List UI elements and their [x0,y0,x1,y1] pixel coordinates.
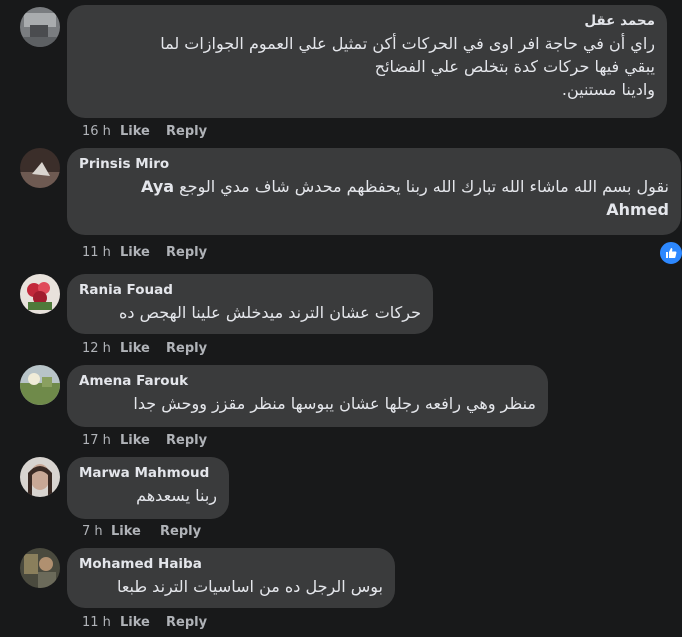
comment-timestamp[interactable]: 7 h [82,524,111,539]
comment-timestamp[interactable]: 12 h [82,341,120,356]
comment-text: حركات عشان الترند ميدخلش علينا الهجص ده [79,301,421,324]
comment-timestamp[interactable]: 11 h [82,615,120,630]
thumbs-up-icon[interactable] [658,240,682,266]
comment-text-segment: نقول بسم الله ماشاء الله تبارك الله ربنا… [179,177,669,196]
comment-text: نقول بسم الله ماشاء الله تبارك الله ربنا… [79,175,669,221]
comment-text-line: راي أن في حاجة افر اوى في الحركات أكن تم… [160,34,655,53]
mention-link[interactable]: Ahmed [606,200,669,219]
like-button[interactable]: Like [120,433,166,448]
comment-bubble: Prinsis Miro نقول بسم الله ماشاء الله تب… [67,148,681,235]
comment-timestamp[interactable]: 11 h [82,245,120,260]
like-button[interactable]: Like [120,341,166,356]
comment-author[interactable]: محمد عقل [79,12,655,30]
comment-text: ربنا يسعدهم [79,484,217,507]
like-button[interactable]: Like [120,124,166,139]
comment-text-line: وادينا مستنين. [561,80,655,99]
like-button[interactable]: Like [120,615,166,630]
avatar[interactable] [20,7,60,47]
reply-button[interactable]: Reply [166,124,207,139]
comment-text-line: نقول بسم الله ماشاء الله تبارك الله ربنا… [79,175,669,198]
avatar[interactable] [20,365,60,405]
mention-link[interactable]: Aya [141,177,174,196]
comment-timestamp[interactable]: 16 h [82,124,120,139]
comment-author[interactable]: Marwa Mahmoud [79,464,217,482]
comment-author[interactable]: Prinsis Miro [79,155,669,173]
comment-actions: 16 h Like Reply [82,122,207,140]
comment-text-line: منظر وهي رافعه رجلها عشان يبوسها منظر مق… [133,394,536,413]
reply-button[interactable]: Reply [166,341,207,356]
comment-author[interactable]: Mohamed Haiba [79,555,383,573]
comment-actions: 17 h Like Reply [82,431,207,449]
like-button[interactable]: Like [120,245,166,260]
comment-bubble: محمد عقل راي أن في حاجة افر اوى في الحرك… [67,5,667,118]
like-button[interactable]: Like [111,524,160,539]
comment-text-line: Ahmed [79,198,669,221]
reply-button[interactable]: Reply [166,433,207,448]
comment-text: بوس الرجل ده من اساسيات الترند طبعا [79,575,383,598]
comment-actions: 12 h Like Reply [82,339,207,357]
avatar[interactable] [20,548,60,588]
comment-actions: 11 h Like Reply [82,243,207,261]
comment-timestamp[interactable]: 17 h [82,433,120,448]
comment-text-line: يبقي فيها حركات كدة بتخلص علي الفضائح [374,57,655,76]
comment-text-line: حركات عشان الترند ميدخلش علينا الهجص ده [119,303,421,322]
reply-button[interactable]: Reply [160,524,201,539]
avatar[interactable] [20,274,60,314]
comment-actions: 11 h Like Reply [82,613,207,631]
comment-text-line: بوس الرجل ده من اساسيات الترند طبعا [116,577,383,596]
comment-text: منظر وهي رافعه رجلها عشان يبوسها منظر مق… [79,392,536,415]
comment-bubble: Amena Farouk منظر وهي رافعه رجلها عشان ي… [67,365,548,427]
reply-button[interactable]: Reply [166,245,207,260]
comment-text: راي أن في حاجة افر اوى في الحركات أكن تم… [79,32,655,101]
avatar[interactable] [20,457,60,497]
comment-bubble: Mohamed Haiba بوس الرجل ده من اساسيات ال… [67,548,395,608]
reply-button[interactable]: Reply [166,615,207,630]
comment-bubble: Rania Fouad حركات عشان الترند ميدخلش علي… [67,274,433,334]
comment-actions: 7 h Like Reply [82,522,201,540]
comment-author[interactable]: Rania Fouad [79,281,421,299]
comment-author[interactable]: Amena Farouk [79,372,536,390]
avatar[interactable] [20,148,60,188]
comment-text-line: ربنا يسعدهم [136,486,217,505]
comment-bubble: Marwa Mahmoud ربنا يسعدهم [67,457,229,519]
